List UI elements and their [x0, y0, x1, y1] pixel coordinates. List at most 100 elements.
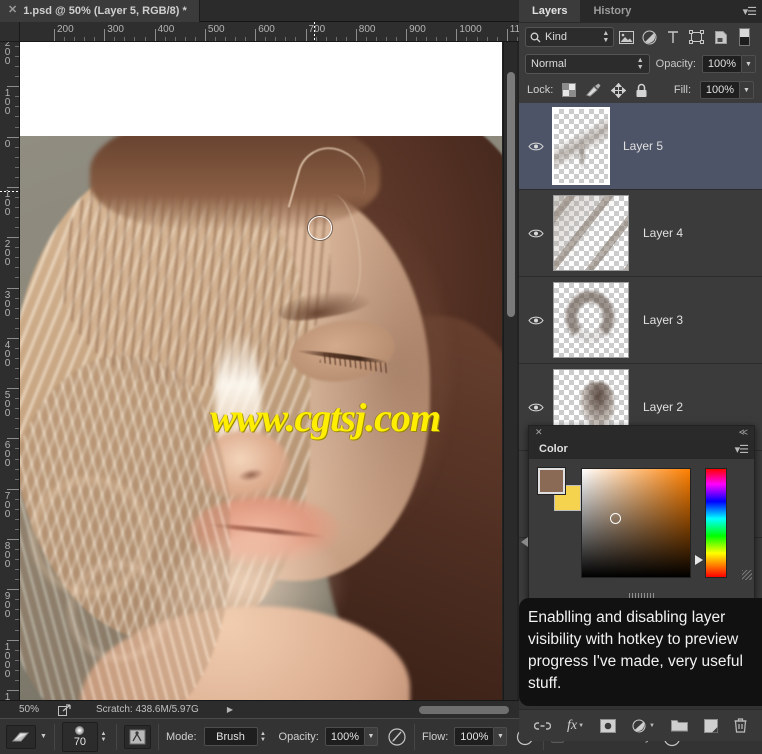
filter-shape-icon[interactable]	[685, 27, 709, 47]
ruler-minor-tick	[325, 37, 327, 41]
ruler-minor-tick	[15, 207, 19, 209]
eraser-tool-button[interactable]	[6, 724, 36, 749]
pressure-opacity-button[interactable]	[387, 727, 407, 747]
stepper-icon[interactable]: ▲ ▼	[602, 30, 609, 44]
layer-thumbnail[interactable]	[553, 282, 629, 358]
layer-visibility-toggle[interactable]	[523, 141, 549, 152]
document-tab-title: 1.psd @ 50% (Layer 5, RGB/8) *	[23, 4, 187, 17]
ruler-tick	[305, 29, 307, 41]
brush-size-control[interactable]: 70	[61, 721, 98, 752]
lock-all-icon[interactable]	[635, 83, 648, 98]
close-icon[interactable]: ✕	[535, 427, 543, 438]
layer-name[interactable]: Layer 2	[643, 400, 683, 414]
link-layers-icon[interactable]	[533, 720, 551, 732]
horizontal-ruler[interactable]: 200 300 400 500 600 700 800 900 1000 110	[20, 22, 519, 42]
collapse-icon[interactable]: ≪	[739, 427, 748, 438]
layer-thumbnail[interactable]	[552, 107, 610, 185]
color-panel-collapse-arrow-icon[interactable]	[521, 537, 528, 547]
flow-control[interactable]: 100% ▼	[454, 727, 508, 746]
lock-label: Lock:	[527, 84, 554, 96]
tab-history[interactable]: History	[580, 0, 644, 22]
ruler-tick	[54, 29, 55, 41]
fill-dropdown-icon[interactable]: ▼	[740, 81, 754, 99]
ruler-minor-tick	[15, 418, 19, 420]
table-row[interactable]: Layer 4	[519, 190, 762, 277]
new-layer-icon[interactable]	[704, 718, 718, 733]
close-icon[interactable]: ✕	[8, 5, 17, 16]
blend-mode-select[interactable]: Normal ▲ ▼	[525, 54, 650, 74]
panel-menu-icon[interactable]: ▾☰	[735, 443, 749, 456]
ruler-minor-tick	[144, 37, 146, 41]
ruler-minor-tick	[496, 37, 498, 41]
stepper-icon[interactable]: ▲ ▼	[637, 57, 644, 71]
layer-opacity-value[interactable]: 100%	[702, 55, 742, 73]
ruler-minor-tick	[15, 508, 19, 510]
foreground-color-swatch[interactable]	[537, 467, 566, 495]
canvas-area[interactable]: www.cgtsj.com	[20, 42, 519, 705]
fill-value[interactable]: 100%	[700, 81, 740, 99]
color-panel-dragbar[interactable]: ✕ ≪	[529, 426, 754, 439]
table-row[interactable]: Layer 3	[519, 277, 762, 364]
panel-menu-icon[interactable]: ▾☰	[743, 5, 757, 18]
ruler-minor-tick	[15, 599, 19, 601]
artwork-image[interactable]: www.cgtsj.com	[20, 136, 502, 705]
guide-line	[313, 22, 315, 41]
ruler-minor-tick	[15, 106, 19, 108]
canvas-horizontal-scrollbar-thumb[interactable]	[419, 706, 509, 714]
mode-stepper-icon[interactable]: ▲ ▼	[258, 727, 269, 746]
hue-strip[interactable]	[705, 468, 727, 578]
layer-name[interactable]: Layer 3	[643, 313, 683, 327]
layer-style-fx-icon[interactable]: fx ▼	[567, 718, 584, 734]
lock-position-icon[interactable]	[611, 82, 627, 98]
lock-transparency-icon[interactable]	[562, 83, 577, 97]
layer-thumbnail[interactable]	[553, 195, 629, 271]
canvas-vertical-scrollbar[interactable]	[503, 42, 517, 705]
vertical-ruler[interactable]: 200 100 0 100 200 300 400 500 600 700 800 900 1000 1	[0, 42, 20, 705]
table-row[interactable]: Layer 5	[519, 103, 762, 190]
mode-select[interactable]: Brush ▲ ▼	[203, 727, 269, 746]
zoom-level[interactable]: 50%	[0, 704, 58, 715]
status-expand-arrow[interactable]: ▶	[227, 705, 233, 714]
layer-visibility-toggle[interactable]	[523, 402, 549, 413]
flow-dropdown-icon[interactable]: ▼	[494, 727, 508, 746]
ruler-tick	[7, 689, 19, 691]
filter-type-icon[interactable]	[662, 27, 686, 47]
share-icon[interactable]	[58, 703, 92, 716]
tab-layers[interactable]: Layers	[519, 0, 581, 22]
new-group-icon[interactable]	[671, 719, 688, 732]
hue-marker-icon[interactable]	[695, 555, 703, 565]
delete-layer-icon[interactable]	[734, 718, 747, 733]
layer-visibility-toggle[interactable]	[523, 315, 549, 326]
layer-opacity-label: Opacity:	[655, 58, 696, 70]
layer-name[interactable]: Layer 5	[623, 139, 663, 153]
tool-preset-caret-icon[interactable]: ▼	[40, 733, 47, 740]
filter-kind-select[interactable]: Kind ▲ ▼	[525, 27, 615, 47]
layer-opacity-dropdown-icon[interactable]: ▼	[742, 55, 756, 73]
adjustment-layer-icon[interactable]: ▼	[632, 719, 655, 733]
filter-toggle-icon[interactable]	[732, 27, 756, 47]
painting-hair-curl-two	[68, 561, 168, 661]
toggle-brush-panel-button[interactable]	[123, 724, 151, 749]
tab-color[interactable]: Color	[539, 443, 568, 455]
filter-pixel-icon[interactable]	[614, 27, 638, 47]
lock-row: Lock: Fill: 100% ▼	[519, 77, 762, 103]
ruler-minor-tick	[15, 498, 19, 500]
filter-smartobject-icon[interactable]	[709, 27, 733, 47]
layer-visibility-toggle[interactable]	[523, 228, 549, 239]
scrollbar-thumb[interactable]	[507, 72, 515, 317]
ruler-minor-tick	[235, 37, 237, 41]
layer-name[interactable]: Layer 4	[643, 226, 683, 240]
ruler-label: 900	[2, 591, 13, 619]
saturation-value-field[interactable]	[581, 468, 691, 578]
opacity-control[interactable]: 100% ▼	[324, 727, 379, 746]
document-tab[interactable]: ✕ 1.psd @ 50% (Layer 5, RGB/8) *	[0, 0, 200, 22]
lock-image-icon[interactable]	[585, 83, 602, 97]
filter-adjustment-icon[interactable]	[638, 27, 662, 47]
resize-grip-icon[interactable]	[742, 570, 752, 580]
ruler-tick	[7, 388, 19, 390]
color-picker-marker[interactable]	[610, 513, 621, 524]
add-mask-icon[interactable]	[600, 718, 617, 733]
ruler-tick	[7, 589, 19, 591]
opacity-dropdown-icon[interactable]: ▼	[365, 727, 379, 746]
brush-size-stepper-icon[interactable]: ▲ ▼	[98, 727, 109, 746]
